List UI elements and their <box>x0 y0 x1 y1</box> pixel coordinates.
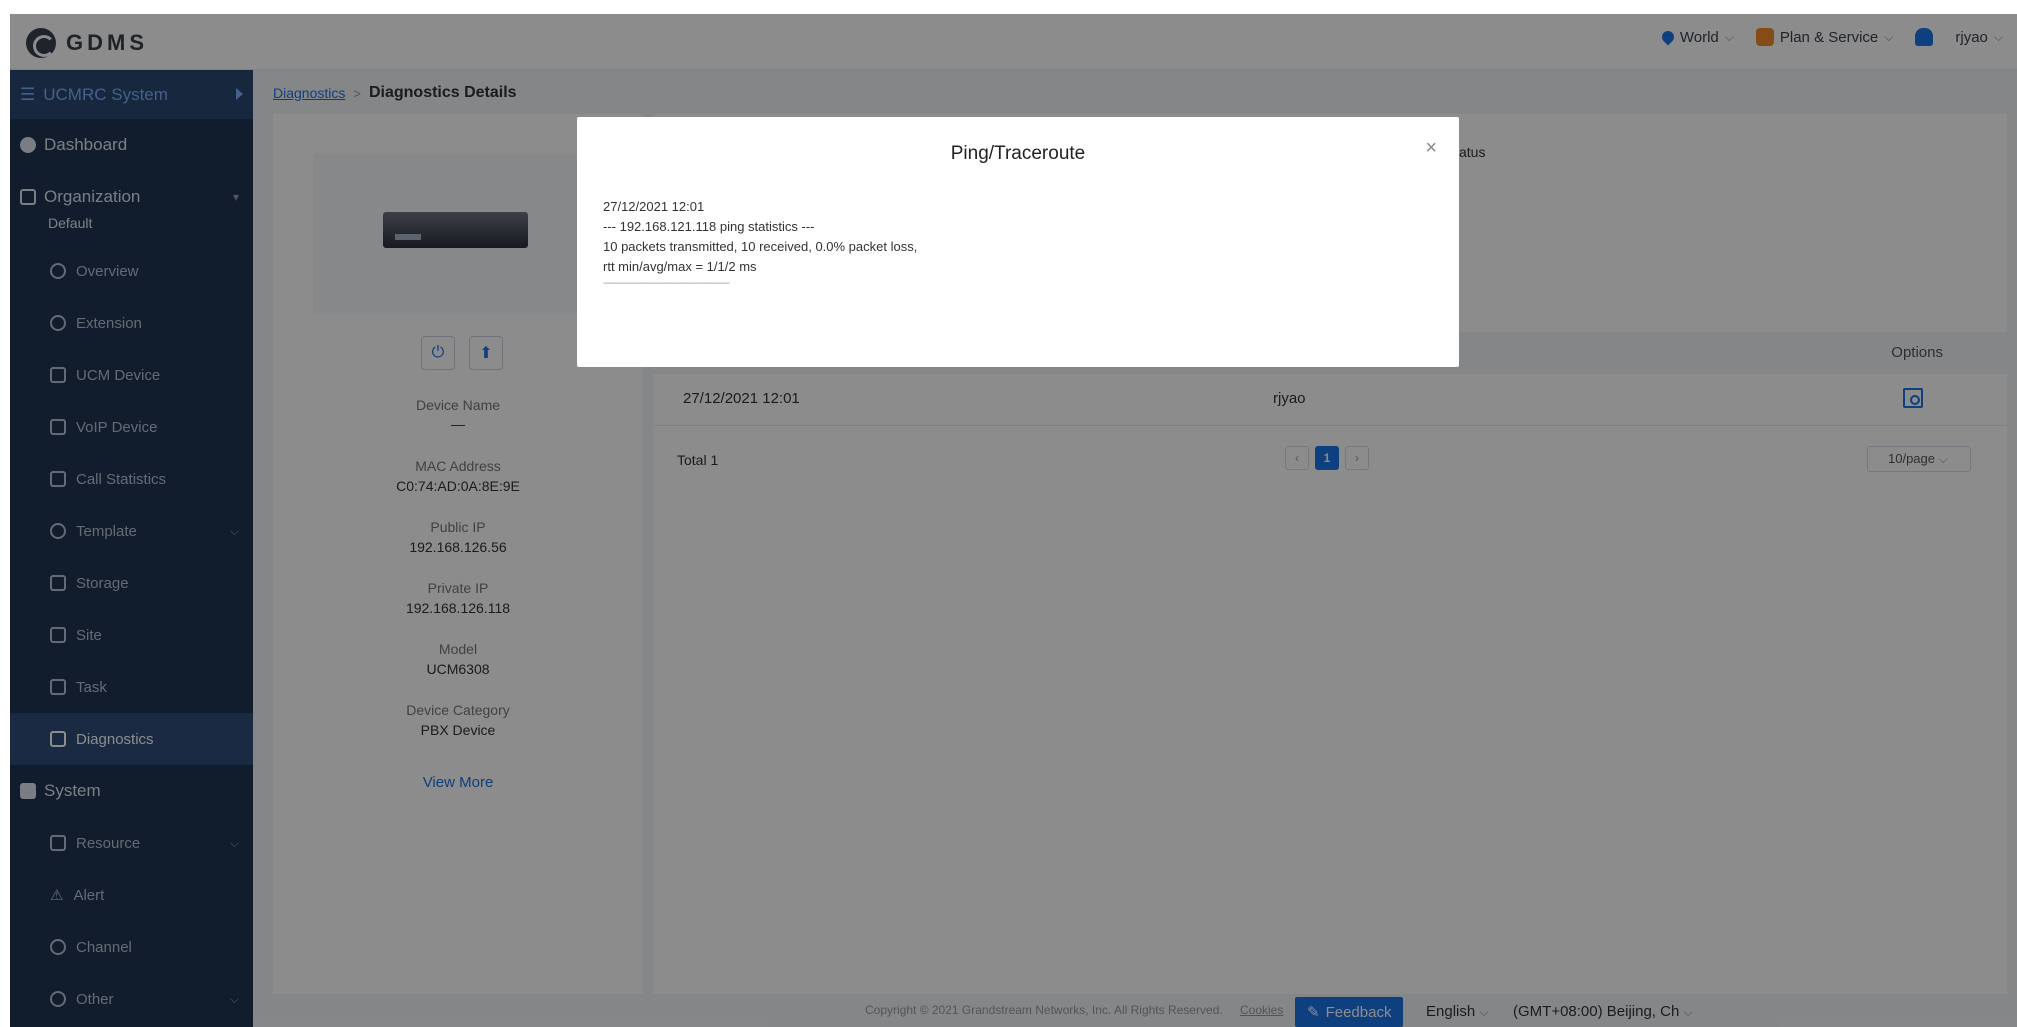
close-icon[interactable]: × <box>1425 137 1437 160</box>
result-line: rtt min/avg/max = 1/1/2 ms <box>603 259 757 274</box>
result-separator: ----------------------------------------… <box>603 278 730 289</box>
result-line: --- 192.168.121.118 ping statistics --- <box>603 219 815 234</box>
ping-result-output: 27/12/2021 12:01 --- 192.168.121.118 pin… <box>603 197 917 291</box>
result-line: 10 packets transmitted, 10 received, 0.0… <box>603 239 918 254</box>
app-window: GDMS World ⌵ Plan & Service ⌵ rjyao ⌵ ☰ … <box>10 14 2017 1027</box>
ping-traceroute-dialog: Ping/Traceroute × 27/12/2021 12:01 --- 1… <box>577 117 1459 367</box>
result-line: 27/12/2021 12:01 <box>603 199 705 214</box>
dialog-title: Ping/Traceroute <box>950 143 1086 164</box>
